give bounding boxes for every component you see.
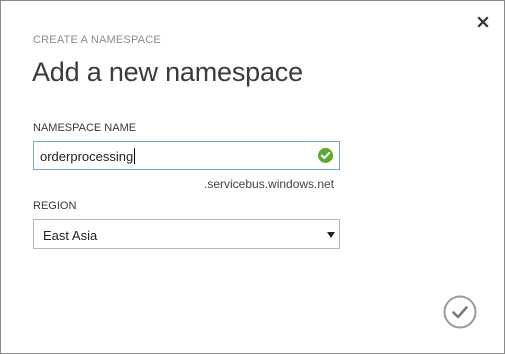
text-caret xyxy=(134,148,136,164)
dialog-title: Add a new namespace xyxy=(32,57,303,87)
namespace-name-input[interactable]: orderprocessing xyxy=(33,141,340,170)
close-icon[interactable] xyxy=(475,14,491,30)
namespace-name-value: orderprocessing xyxy=(40,148,136,164)
create-namespace-dialog: CREATE A NAMESPACE Add a new namespace N… xyxy=(0,0,505,354)
namespace-name-label: NAMESPACE NAME xyxy=(33,122,137,134)
dialog-eyebrow: CREATE A NAMESPACE xyxy=(33,34,161,46)
region-select[interactable]: East Asia xyxy=(33,219,340,249)
region-label: REGION xyxy=(33,200,77,212)
confirm-checkmark-button[interactable] xyxy=(443,295,477,329)
dropdown-arrow-icon xyxy=(327,232,335,238)
namespace-domain-suffix: .servicebus.windows.net xyxy=(204,177,335,191)
valid-check-icon xyxy=(318,148,333,163)
region-selected-value: East Asia xyxy=(43,228,98,243)
checkmark-circle-icon xyxy=(443,295,477,329)
